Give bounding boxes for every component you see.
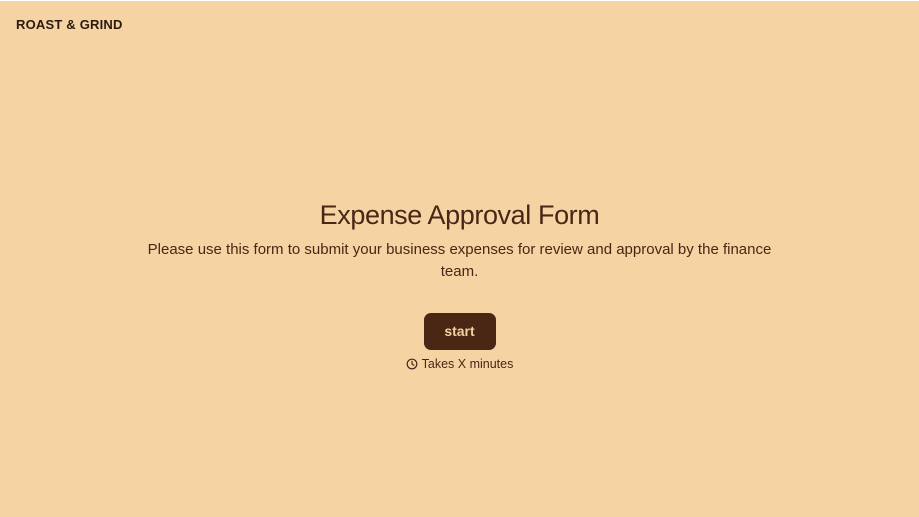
clock-icon (406, 358, 418, 370)
start-button[interactable]: start (423, 313, 496, 350)
time-estimate-text: Takes X minutes (421, 357, 514, 371)
welcome-content: Expense Approval Form Please use this fo… (0, 197, 919, 371)
form-welcome-screen: ROAST & GRIND Expense Approval Form Plea… (0, 0, 919, 517)
brand-logo: ROAST & GRIND (16, 17, 123, 32)
page-title: Expense Approval Form (319, 200, 600, 230)
page-description: Please use this form to submit your busi… (147, 241, 772, 280)
time-estimate: Takes X minutes (0, 357, 919, 371)
